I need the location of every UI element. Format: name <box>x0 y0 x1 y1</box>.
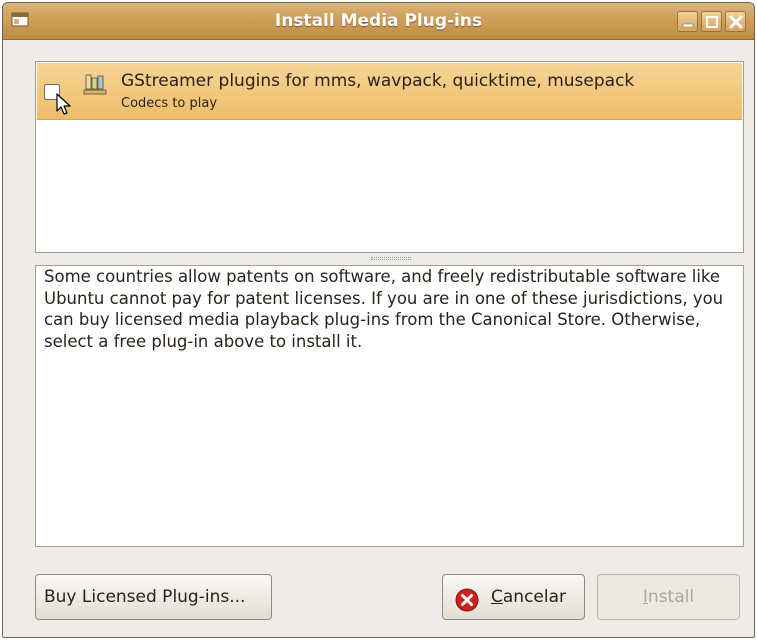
install-button-label: nstall <box>647 587 695 607</box>
maximize-button[interactable] <box>701 11 722 32</box>
cancel-button[interactable]: Cancelar <box>442 574 585 620</box>
buy-button-label: Buy Licensed Plug-ins... <box>44 587 246 607</box>
close-icon <box>729 15 743 29</box>
minimize-icon <box>682 23 694 28</box>
minimize-button[interactable] <box>677 11 698 32</box>
plugin-subtitle: Codecs to play <box>121 96 218 111</box>
pane-resize-handle[interactable] <box>371 257 411 260</box>
install-button[interactable]: Install <box>597 574 740 620</box>
cancel-button-label: ancelar <box>502 587 567 607</box>
plugin-list[interactable]: GStreamer plugins for mms, wavpack, quic… <box>35 61 744 253</box>
plugin-package-icon <box>83 72 107 96</box>
description-text: Some countries allow patents on software… <box>44 267 724 351</box>
install-media-plugins-dialog: Install Media Plug-ins GStreamer plugins… <box>2 2 755 638</box>
window-title: Install Media Plug-ins <box>274 11 483 31</box>
plugin-list-item[interactable]: GStreamer plugins for mms, wavpack, quic… <box>37 63 742 120</box>
cancel-mnemonic: C <box>491 587 503 607</box>
titlebar[interactable]: Install Media Plug-ins <box>3 3 754 40</box>
cancel-icon <box>455 585 479 612</box>
plugin-title: GStreamer plugins for mms, wavpack, quic… <box>121 71 635 91</box>
description-textview[interactable]: Some countries allow patents on software… <box>35 265 744 547</box>
buy-licensed-plugins-button[interactable]: Buy Licensed Plug-ins... <box>35 574 272 620</box>
close-button[interactable] <box>725 11 746 32</box>
maximize-icon <box>706 16 718 28</box>
mouse-pointer-icon <box>56 93 72 117</box>
